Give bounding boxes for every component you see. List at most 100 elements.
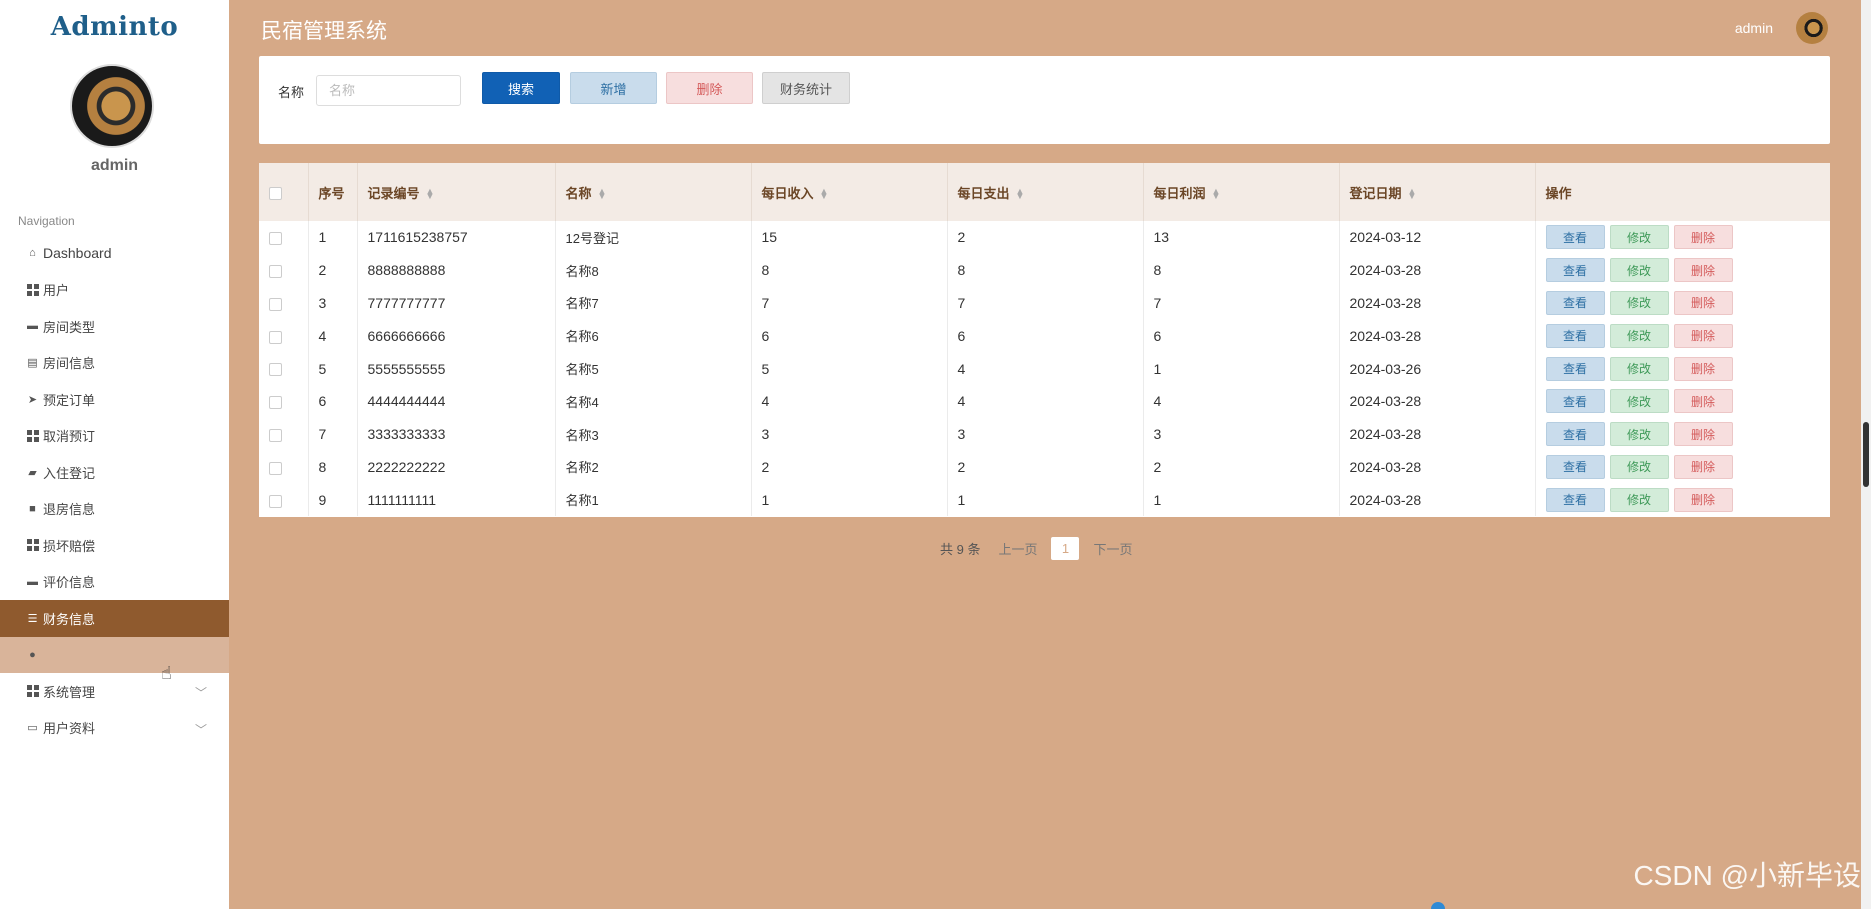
- row-checkbox[interactable]: [269, 232, 282, 246]
- batch-delete-button[interactable]: 删除: [666, 72, 753, 104]
- edit-button[interactable]: 修改: [1609, 290, 1669, 315]
- view-button[interactable]: 查看: [1545, 389, 1605, 414]
- row-checkbox[interactable]: [269, 461, 282, 475]
- row-checkbox[interactable]: [269, 297, 282, 311]
- cell-record-no: 3333333333: [357, 417, 556, 451]
- view-button[interactable]: 查看: [1545, 258, 1605, 283]
- search-label: 名称: [278, 85, 305, 100]
- cell-income: 1: [751, 483, 948, 517]
- cell-index: 2: [308, 253, 358, 287]
- delete-button[interactable]: 删除: [1673, 258, 1733, 283]
- sort-icon[interactable]: ▲ ▼: [426, 187, 435, 201]
- header-daily-income[interactable]: 每日收入 ▲ ▼: [751, 163, 948, 221]
- nav-item-users[interactable]: 用户: [0, 272, 229, 309]
- view-button[interactable]: 查看: [1545, 487, 1605, 512]
- header-date[interactable]: 登记日期 ▲ ▼: [1339, 163, 1536, 221]
- nav-item-damage[interactable]: 损坏赔偿: [0, 527, 229, 564]
- delete-button[interactable]: 删除: [1673, 487, 1733, 512]
- delete-button[interactable]: 删除: [1673, 389, 1733, 414]
- header-username[interactable]: admin: [1735, 20, 1773, 36]
- search-button[interactable]: 搜索: [482, 72, 560, 104]
- nav-item-checkout[interactable]: ■ 退房信息: [0, 491, 229, 528]
- sort-icon[interactable]: ▲ ▼: [1016, 187, 1025, 201]
- table-row: 2 8888888888 名称8 8 8 8 2024-03-28 查看 修改 删除: [259, 253, 1830, 287]
- nav-item-finance[interactable]: ☰ 财务信息: [0, 600, 229, 637]
- delete-button[interactable]: 删除: [1673, 323, 1733, 348]
- view-button[interactable]: 查看: [1545, 225, 1605, 250]
- prev-page-button[interactable]: 上一页: [998, 539, 1037, 558]
- edit-button[interactable]: 修改: [1609, 487, 1669, 512]
- header-daily-expense[interactable]: 每日支出 ▲ ▼: [947, 163, 1144, 221]
- edit-button[interactable]: 修改: [1609, 422, 1669, 447]
- row-checkbox[interactable]: [269, 330, 282, 344]
- delete-button[interactable]: 删除: [1673, 454, 1733, 479]
- nav-item-bookings[interactable]: ➤ 预定订单: [0, 381, 229, 418]
- row-checkbox[interactable]: [269, 363, 282, 377]
- search-input[interactable]: [316, 75, 461, 106]
- nav-item-profile[interactable]: ▭ 用户资料 ﹀: [0, 710, 229, 747]
- app-logo[interactable]: Adminto: [0, 12, 229, 42]
- cell-actions: 查看 修改 删除: [1535, 221, 1830, 254]
- cell-name: 名称4: [555, 384, 752, 418]
- view-button[interactable]: 查看: [1545, 356, 1605, 381]
- view-button[interactable]: 查看: [1545, 454, 1605, 479]
- edit-button[interactable]: 修改: [1609, 225, 1669, 250]
- delete-button[interactable]: 删除: [1673, 422, 1733, 447]
- next-page-button[interactable]: 下一页: [1093, 539, 1132, 558]
- nav-item-label: 评价信息: [43, 575, 96, 591]
- row-checkbox[interactable]: [269, 396, 282, 410]
- row-checkbox[interactable]: [269, 494, 282, 508]
- header-daily-profit[interactable]: 每日利润 ▲ ▼: [1143, 163, 1340, 221]
- nav-item-cancel-booking[interactable]: 取消预订: [0, 418, 229, 455]
- cell-date: 2024-03-28: [1339, 384, 1536, 418]
- nav-item-checkin[interactable]: ▰ 入住登记: [0, 454, 229, 491]
- cell-profit: 4: [1143, 384, 1340, 418]
- row-checkbox[interactable]: [269, 428, 282, 442]
- scrollbar-thumb[interactable]: [1863, 422, 1869, 487]
- edit-button[interactable]: 修改: [1609, 389, 1669, 414]
- header-label: 每日收入: [761, 185, 814, 201]
- sort-icon[interactable]: ▲ ▼: [598, 187, 607, 201]
- nav-item-room-info[interactable]: ▤ 房间信息: [0, 345, 229, 382]
- nav-item-label: 房间信息: [43, 356, 96, 372]
- delete-button[interactable]: 删除: [1673, 356, 1733, 381]
- sort-icon[interactable]: ▲ ▼: [1212, 187, 1221, 201]
- select-all-checkbox[interactable]: [269, 186, 282, 200]
- page-title: 民宿管理系统: [261, 20, 387, 43]
- nav-item-room-types[interactable]: ▬ 房间类型: [0, 308, 229, 345]
- nav-item-hovered[interactable]: ●: [0, 636, 229, 673]
- edit-button[interactable]: 修改: [1609, 258, 1669, 283]
- nav-item-reviews[interactable]: ▬ 评价信息: [0, 564, 229, 601]
- edit-button[interactable]: 修改: [1609, 323, 1669, 348]
- cell-date: 2024-03-28: [1339, 286, 1536, 320]
- row-checkbox[interactable]: [269, 264, 282, 278]
- edit-button[interactable]: 修改: [1609, 454, 1669, 479]
- user-avatar[interactable]: [70, 64, 154, 148]
- view-button[interactable]: 查看: [1545, 323, 1605, 348]
- sidebar-username[interactable]: admin: [0, 157, 229, 175]
- floating-dot[interactable]: [1431, 902, 1445, 909]
- nav-item-dashboard[interactable]: ⌂ Dashboard: [0, 235, 229, 272]
- select-all-cell: [259, 163, 309, 221]
- add-button[interactable]: 新增: [570, 72, 657, 104]
- delete-button[interactable]: 删除: [1673, 225, 1733, 250]
- table-row: 4 6666666666 名称6 6 6 6 2024-03-28 查看 修改 删除: [259, 319, 1830, 353]
- finance-stats-button[interactable]: 财务统计: [762, 72, 850, 104]
- sort-icon[interactable]: ▲ ▼: [1408, 187, 1417, 201]
- page-number-current[interactable]: 1: [1051, 537, 1080, 560]
- header-avatar[interactable]: [1796, 12, 1828, 44]
- circle-icon: ●: [29, 648, 36, 661]
- sort-icon[interactable]: ▲ ▼: [820, 187, 829, 201]
- header-record-no[interactable]: 记录编号 ▲ ▼: [357, 163, 556, 221]
- header-name[interactable]: 名称 ▲ ▼: [555, 163, 752, 221]
- edit-button[interactable]: 修改: [1609, 356, 1669, 381]
- delete-button[interactable]: 删除: [1673, 290, 1733, 315]
- cell-record-no: 2222222222: [357, 450, 556, 484]
- view-button[interactable]: 查看: [1545, 422, 1605, 447]
- cell-date: 2024-03-28: [1339, 319, 1536, 353]
- cell-record-no: 6666666666: [357, 319, 556, 353]
- cell-actions: 查看 修改 删除: [1535, 287, 1830, 320]
- view-button[interactable]: 查看: [1545, 290, 1605, 315]
- header-label: 每日支出: [957, 185, 1010, 201]
- nav-item-system[interactable]: 系统管理 ﹀: [0, 673, 229, 710]
